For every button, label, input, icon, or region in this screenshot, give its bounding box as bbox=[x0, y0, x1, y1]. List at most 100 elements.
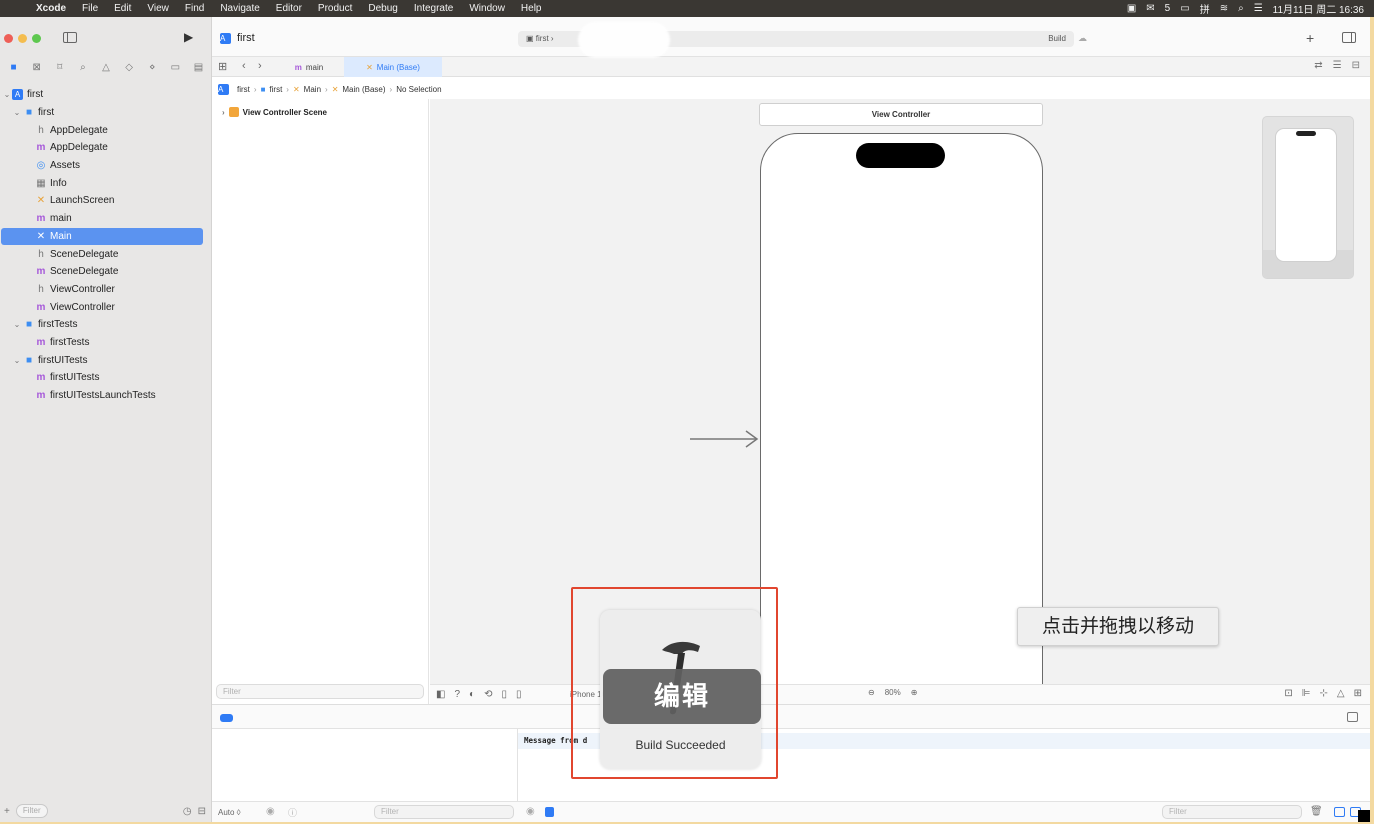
spotlight-icon[interactable]: ⌕ bbox=[1238, 3, 1244, 14]
tree-row-firstuitests-m[interactable]: m firstUITests bbox=[0, 369, 212, 387]
menu-view[interactable]: View bbox=[139, 3, 177, 14]
word-app-icon[interactable]: ▣ bbox=[1127, 3, 1136, 14]
disclosure-icon[interactable]: › bbox=[222, 108, 225, 117]
menu-product[interactable]: Product bbox=[310, 3, 360, 14]
update-frames-icon[interactable]: ⊡ bbox=[1284, 688, 1292, 699]
control-center-icon[interactable]: ☰ bbox=[1254, 3, 1263, 14]
back-icon[interactable]: ‹ bbox=[242, 60, 246, 72]
trash-icon[interactable]: 🗑 bbox=[1310, 806, 1323, 817]
debug-navigator-icon[interactable]: ⋄ bbox=[145, 62, 159, 73]
debug-area-toggle-icon[interactable] bbox=[220, 714, 233, 722]
canvas-minimap[interactable] bbox=[1262, 116, 1354, 279]
resolve-issues-icon[interactable]: △ bbox=[1337, 688, 1345, 699]
embed-in-icon[interactable]: ⊞ bbox=[1354, 688, 1362, 699]
tree-row-launchscreen[interactable]: ✕ LaunchScreen bbox=[0, 192, 212, 210]
menu-file[interactable]: File bbox=[74, 3, 106, 14]
tree-row-firsttests-m[interactable]: m firstTests bbox=[0, 334, 212, 352]
show-variables-icon[interactable] bbox=[1334, 807, 1345, 817]
breadcrumb-item[interactable]: Main bbox=[304, 85, 321, 94]
menu-edit[interactable]: Edit bbox=[106, 3, 139, 14]
close-button[interactable] bbox=[4, 34, 13, 43]
tree-row-firstuitestslaunchtests-m[interactable]: m firstUITestsLaunchTests bbox=[0, 387, 212, 405]
tree-row-group-firsttests[interactable]: ⌄ ■ firstTests bbox=[0, 316, 212, 334]
info-icon[interactable]: ⓘ bbox=[288, 806, 297, 819]
breadcrumb-item[interactable]: first bbox=[237, 85, 250, 94]
breadcrumb-item[interactable]: No Selection bbox=[396, 85, 441, 94]
outline-toggle-icon[interactable]: ◧ bbox=[436, 689, 445, 700]
tree-row-scenedelegate-m[interactable]: m SceneDelegate bbox=[0, 263, 212, 281]
run-icon[interactable]: ▶ bbox=[184, 30, 198, 44]
eye-icon[interactable]: ◉ bbox=[526, 806, 535, 817]
outline-filter-input[interactable]: Filter bbox=[216, 684, 424, 699]
device-icon[interactable]: ▯ bbox=[516, 689, 522, 700]
project-title[interactable]: A first bbox=[220, 32, 255, 44]
variables-scope-selector[interactable]: Auto ◊ bbox=[218, 808, 241, 817]
inspector-toggle-icon[interactable] bbox=[1342, 32, 1356, 43]
bookmark-icon[interactable]: ⌑ bbox=[53, 62, 67, 73]
report-icon[interactable]: ▤ bbox=[191, 62, 205, 73]
tree-row-project-first[interactable]: ⌄ A first bbox=[0, 86, 212, 104]
tree-row-viewcontroller-m[interactable]: m ViewController bbox=[0, 298, 212, 316]
zoom-in-icon[interactable]: ⊕ bbox=[911, 688, 918, 697]
add-icon[interactable]: + bbox=[4, 806, 10, 817]
swap-icon[interactable]: ⇄ bbox=[1314, 60, 1322, 71]
forward-icon[interactable]: › bbox=[258, 60, 262, 72]
disclosure-icon[interactable]: ⌄ bbox=[12, 320, 22, 329]
disclosure-icon[interactable]: ⌄ bbox=[2, 90, 12, 99]
find-icon[interactable]: ⌕ bbox=[76, 62, 90, 73]
align-icon[interactable]: ⊫ bbox=[1302, 688, 1311, 699]
library-add-icon[interactable]: + bbox=[1306, 30, 1314, 46]
tab-main-base[interactable]: ✕ Main (Base) bbox=[344, 57, 442, 77]
disclosure-icon[interactable]: ⌄ bbox=[12, 356, 22, 365]
appearance-icon[interactable]: ◐ bbox=[469, 689, 475, 700]
outline-scene-row[interactable]: › View Controller Scene bbox=[222, 107, 327, 117]
tree-row-assets[interactable]: ◎ Assets bbox=[0, 157, 212, 175]
menu-debug[interactable]: Debug bbox=[360, 3, 405, 14]
orientation-icon[interactable]: ⟲ bbox=[484, 689, 492, 700]
edit-label[interactable]: 编辑 bbox=[603, 669, 761, 724]
navigator-filter-input[interactable]: Filter bbox=[15, 804, 48, 818]
help-icon[interactable]: ? bbox=[454, 689, 460, 700]
input-method-badge[interactable]: 拼 bbox=[1200, 1, 1210, 16]
breadcrumb-item[interactable]: Main (Base) bbox=[342, 85, 385, 94]
add-editor-icon[interactable]: ⊟ bbox=[1352, 60, 1360, 71]
zoom-out-icon[interactable]: ⊖ bbox=[868, 688, 875, 697]
menu-integrate[interactable]: Integrate bbox=[406, 3, 461, 14]
tab-main-m[interactable]: m main bbox=[274, 57, 344, 77]
tree-row-group-firstuitests[interactable]: ⌄ ■ firstUITests bbox=[0, 351, 212, 369]
editor-options-icon[interactable]: ☰ bbox=[1333, 60, 1342, 71]
variables-filter-input[interactable]: Filter bbox=[374, 805, 514, 819]
tree-row-main-m[interactable]: m main bbox=[0, 210, 212, 228]
console-filter-input[interactable]: Filter bbox=[1162, 805, 1302, 819]
tree-row-group-first[interactable]: ⌄ ■ first bbox=[0, 104, 212, 122]
test-icon[interactable]: ◇ bbox=[122, 62, 136, 73]
menu-app[interactable]: Xcode bbox=[28, 3, 74, 14]
tree-row-scenedelegate-h[interactable]: h SceneDelegate bbox=[0, 245, 212, 263]
wifi-icon[interactable]: ≋ bbox=[1220, 3, 1228, 14]
view-controller-title-bar[interactable]: View Controller bbox=[759, 103, 1043, 126]
console-layout-icon[interactable] bbox=[1347, 712, 1358, 722]
tree-row-info[interactable]: ▦ Info bbox=[0, 174, 212, 192]
menu-editor[interactable]: Editor bbox=[268, 3, 310, 14]
iphone-frame[interactable] bbox=[760, 133, 1043, 684]
zoom-button[interactable] bbox=[32, 34, 41, 43]
related-items-icon[interactable]: ⊞ bbox=[218, 60, 227, 73]
clock[interactable]: 11月11日 周二 16:36 bbox=[1273, 1, 1364, 16]
menu-help[interactable]: Help bbox=[513, 3, 550, 14]
source-control-icon[interactable]: ⊠ bbox=[30, 62, 44, 73]
tree-row-viewcontroller-h[interactable]: h ViewController bbox=[0, 281, 212, 299]
menu-window[interactable]: Window bbox=[461, 3, 513, 14]
disclosure-icon[interactable]: ⌄ bbox=[12, 108, 22, 117]
scheme-selector[interactable]: ▣ first › bbox=[526, 34, 554, 43]
cloud-icon[interactable]: ☁ bbox=[1078, 33, 1087, 44]
size-class-icon[interactable]: ▯ bbox=[501, 689, 507, 700]
filter-options-icon[interactable]: ⊟ bbox=[198, 806, 212, 817]
tree-row-appdelegate-h[interactable]: h AppDelegate bbox=[0, 121, 212, 139]
sidebar-toggle-icon[interactable] bbox=[63, 32, 77, 43]
minimize-button[interactable] bbox=[18, 34, 27, 43]
tree-row-main-storyboard[interactable]: ✕ Main bbox=[1, 227, 203, 246]
project-navigator-icon[interactable]: ■ bbox=[7, 62, 21, 73]
eye-icon[interactable]: ◉ bbox=[266, 806, 275, 817]
zoom-level[interactable]: 80% bbox=[885, 688, 901, 697]
issue-icon[interactable]: △ bbox=[99, 62, 113, 73]
